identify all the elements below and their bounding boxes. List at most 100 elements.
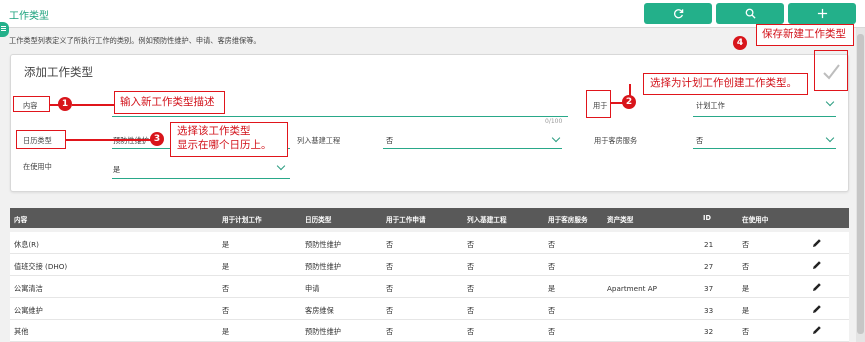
col-planned-work[interactable]: 用于计划工作 [222, 214, 262, 224]
menu-icon [1, 26, 6, 27]
capital-project-label: 列入基建工程 [297, 136, 341, 145]
used-for-label: 用于 [593, 101, 608, 110]
calendar-type-label: 日历类型 [23, 136, 52, 145]
table-row[interactable] [10, 254, 849, 276]
annotation-4-text: 保存新建工作类型 [762, 28, 846, 40]
pencil-icon[interactable] [812, 282, 822, 292]
annotation-1-number: 1 [58, 97, 72, 111]
capital-project-select[interactable]: 否 [386, 136, 393, 146]
cell-work-request: 否 [386, 306, 394, 315]
cell-asset-type: Apartment AP [607, 284, 657, 293]
cell-work-request: 否 [386, 262, 394, 271]
in-use-select[interactable]: 是 [113, 165, 120, 175]
pencil-icon[interactable] [812, 260, 822, 270]
cell-planned-work: 是 [222, 327, 230, 336]
annotation-3-text-line1: 选择该工作类型 [177, 125, 251, 137]
cell-planned-work: 是 [222, 262, 230, 271]
annotation-4-highlight [814, 50, 848, 91]
cell-calendar-type: 预防性维护 [305, 240, 341, 249]
annotation-4-number: 4 [733, 36, 747, 50]
table-header [10, 208, 849, 228]
cell-capital-project: 否 [467, 327, 475, 336]
col-work-request[interactable]: 用于工作申请 [386, 214, 426, 224]
in-use-underline [112, 178, 290, 179]
cell-work-request: 否 [386, 327, 394, 336]
annotation-1-text: 输入新工作类型描述 [120, 96, 215, 108]
cell-planned-work: 否 [222, 306, 230, 315]
cell-guest-service: 否 [548, 262, 556, 271]
cell-id: 33 [704, 306, 714, 315]
annotation-2-line-b [629, 84, 631, 96]
refresh-icon [673, 9, 683, 19]
search-icon [745, 8, 756, 19]
cell-calendar-type: 申请 [305, 284, 320, 293]
cell-content: 值班交接 (DHO) [14, 262, 68, 271]
content-input[interactable] [112, 116, 568, 117]
cell-planned-work: 否 [222, 284, 230, 293]
guest-service-select[interactable]: 否 [696, 136, 703, 146]
pencil-icon[interactable] [812, 325, 822, 335]
cell-work-request: 否 [386, 240, 394, 249]
cell-guest-service: 否 [548, 240, 556, 249]
cell-guest-service: 是 [548, 284, 556, 293]
page-title: 工作类型 [9, 11, 49, 22]
cell-capital-project: 否 [467, 262, 475, 271]
annotation-3-number: 3 [150, 132, 164, 146]
table-row[interactable] [10, 276, 849, 298]
cell-id: 32 [704, 327, 714, 336]
guest-service-underline [693, 148, 836, 149]
cell-guest-service: 否 [548, 306, 556, 315]
cell-calendar-type: 客房维保 [305, 306, 334, 315]
used-for-underline [693, 116, 836, 117]
guest-service-label: 用于客房服务 [594, 136, 638, 145]
char-counter: 0/100 [545, 118, 563, 125]
cell-id: 37 [704, 284, 714, 293]
cell-content: 公寓维护 [14, 306, 43, 315]
col-capital-project[interactable]: 列入基建工程 [467, 214, 507, 224]
cell-id: 27 [704, 262, 714, 271]
cell-capital-project: 否 [467, 240, 475, 249]
add-button[interactable] [788, 3, 856, 24]
col-content[interactable]: 内容 [14, 214, 27, 224]
refresh-button[interactable] [644, 3, 712, 24]
cell-content: 休息(R) [14, 240, 39, 249]
search-button[interactable] [716, 3, 784, 24]
cell-in-use: 否 [742, 262, 750, 271]
capital-project-underline [383, 148, 562, 149]
cell-in-use: 是 [742, 306, 750, 315]
table-row[interactable] [10, 232, 849, 254]
scrollbar-thumb[interactable] [857, 34, 864, 334]
table-row[interactable] [10, 320, 849, 342]
scrollbar[interactable] [856, 28, 865, 342]
annotation-2-number: 2 [622, 95, 636, 109]
col-id[interactable]: ID [703, 214, 711, 222]
calendar-type-select[interactable]: 预防性维护 [113, 136, 149, 146]
page: 工作类型 工作类型列表定义了所执行工作的类别。例如预防性维护、申请、客房维保等。… [0, 0, 865, 342]
cell-in-use: 是 [742, 284, 750, 293]
sidebar-toggle[interactable] [0, 22, 9, 37]
cell-planned-work: 是 [222, 240, 230, 249]
cell-work-request: 否 [386, 284, 394, 293]
annotation-3-line [66, 139, 151, 141]
table-row[interactable] [10, 298, 849, 320]
used-for-select[interactable]: 计划工作 [696, 101, 725, 111]
cell-in-use: 否 [742, 327, 750, 336]
annotation-3-text-line2: 显示在哪个日历上。 [177, 139, 272, 151]
in-use-label: 在使用中 [23, 162, 52, 171]
cell-content: 公寓清洁 [14, 284, 43, 293]
col-calendar-type[interactable]: 日历类型 [305, 214, 331, 224]
col-asset-type[interactable]: 资产类型 [607, 214, 633, 224]
col-guest-service[interactable]: 用于客房服务 [548, 214, 588, 224]
col-in-use[interactable]: 在使用中 [742, 214, 768, 224]
page-description: 工作类型列表定义了所执行工作的类别。例如预防性维护、申请、客房维保等。 [9, 36, 261, 45]
pencil-icon[interactable] [812, 238, 822, 248]
content-label: 内容 [23, 101, 38, 110]
pencil-icon[interactable] [812, 304, 822, 314]
cell-capital-project: 否 [467, 306, 475, 315]
form-title: 添加工作类型 [24, 65, 93, 79]
annotation-2-text: 选择为计划工作创建工作类型。 [650, 77, 797, 89]
annotation-1-line-b [72, 104, 114, 106]
cell-calendar-type: 预防性维护 [305, 262, 341, 271]
cell-capital-project: 否 [467, 284, 475, 293]
cell-guest-service: 否 [548, 327, 556, 336]
